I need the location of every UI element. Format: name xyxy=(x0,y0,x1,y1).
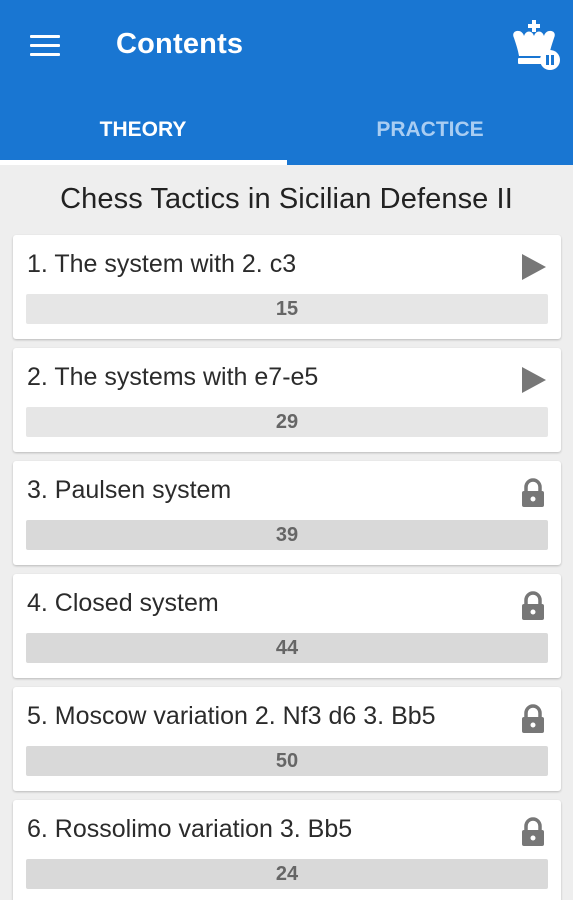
progress-bar: 50 xyxy=(26,746,548,776)
chapter-card[interactable]: 6. Rossolimo variation 3. Bb5 24 xyxy=(13,800,561,900)
task-count: 39 xyxy=(275,523,299,546)
progress-bar: 15 xyxy=(26,294,548,324)
tab-practice[interactable]: PRACTICE xyxy=(287,95,573,165)
toolbar: Contents xyxy=(0,0,573,95)
lock-icon xyxy=(517,703,549,735)
tab-bar: THEORY PRACTICE xyxy=(0,95,573,165)
progress-bar: 24 xyxy=(26,859,548,889)
chapter-card[interactable]: 4. Closed system 44 xyxy=(13,574,561,678)
tab-theory-label: THEORY xyxy=(99,118,187,141)
chapter-title: 2. The systems with e7-e5 xyxy=(27,363,319,391)
chapter-title: 5. Moscow variation 2. Nf3 d6 3. Bb5 xyxy=(27,702,436,730)
progress-bar: 39 xyxy=(26,520,548,550)
tab-indicator xyxy=(0,160,287,165)
lock-icon xyxy=(517,477,549,509)
chapter-card[interactable]: 5. Moscow variation 2. Nf3 d6 3. Bb5 50 xyxy=(13,687,561,791)
app-bar: Contents THEORY PRACTICE xyxy=(0,0,573,165)
chapter-title: 4. Closed system xyxy=(27,589,219,617)
chapter-title: 1. The system with 2. c3 xyxy=(27,250,297,278)
tab-practice-label: PRACTICE xyxy=(376,118,484,141)
progress-bar: 29 xyxy=(26,407,548,437)
task-count: 29 xyxy=(275,410,299,433)
play-icon[interactable] xyxy=(517,251,549,283)
course-title: Chess Tactics in Sicilian Defense II xyxy=(60,183,513,215)
chapter-title: 6. Rossolimo variation 3. Bb5 xyxy=(27,815,353,843)
hamburger-menu-icon[interactable] xyxy=(28,30,62,60)
chapter-card[interactable]: 2. The systems with e7-e5 29 xyxy=(13,348,561,452)
lock-icon xyxy=(517,816,549,848)
task-count: 44 xyxy=(275,636,299,659)
task-count: 24 xyxy=(275,862,299,885)
play-icon[interactable] xyxy=(517,364,549,396)
chapter-title: 3. Paulsen system xyxy=(27,476,232,504)
lock-icon xyxy=(517,590,549,622)
chess-king-logo-icon[interactable] xyxy=(506,18,564,74)
tab-theory[interactable]: THEORY xyxy=(0,95,286,165)
chapter-card[interactable]: 1. The system with 2. c3 15 xyxy=(13,235,561,339)
progress-bar: 44 xyxy=(26,633,548,663)
task-count: 50 xyxy=(275,749,299,772)
chapter-card[interactable]: 3. Paulsen system 39 xyxy=(13,461,561,565)
task-count: 15 xyxy=(275,297,299,320)
page-title: Contents xyxy=(116,28,244,60)
